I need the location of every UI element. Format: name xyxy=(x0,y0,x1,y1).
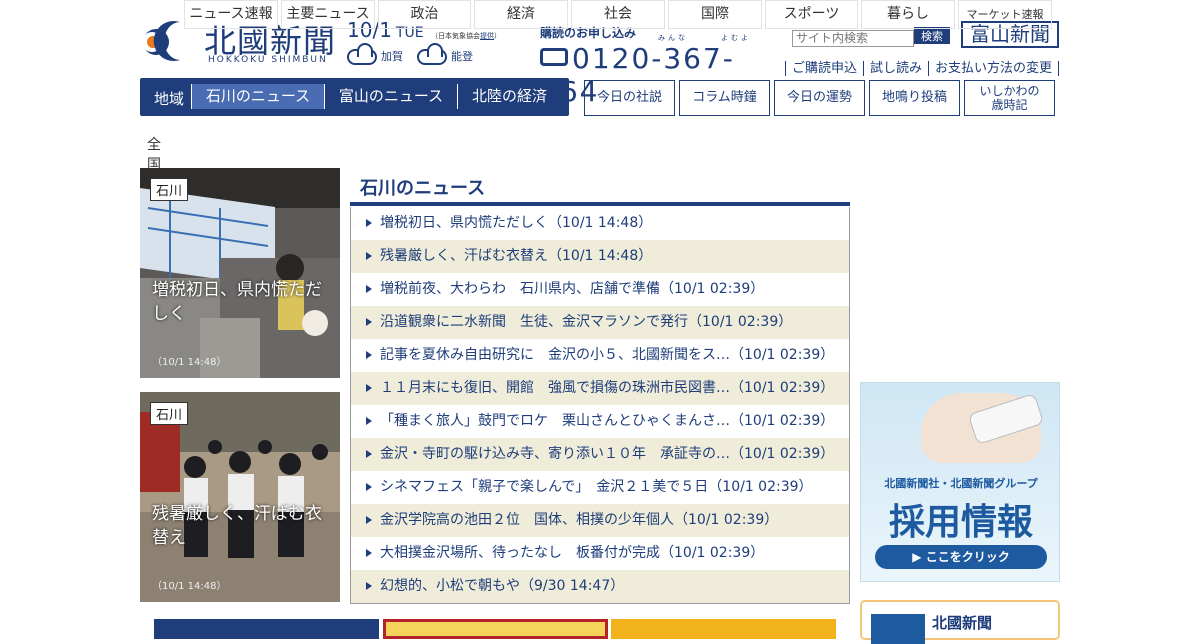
horoscope-button[interactable]: 今日の運勢 xyxy=(774,80,865,116)
arrow-right-icon xyxy=(366,549,372,557)
recruit-group: 北國新聞社・北國新聞グループ xyxy=(884,477,1038,490)
arrow-right-icon xyxy=(366,318,372,326)
arrow-right-icon xyxy=(366,384,372,392)
news-item[interactable]: 残暑厳しく、汗ばむ衣替え（10/1 14:48） xyxy=(351,240,849,273)
category-sports[interactable]: スポーツ xyxy=(765,0,858,29)
arrow-right-icon xyxy=(366,516,372,524)
category-society[interactable]: 社会 xyxy=(571,0,665,29)
photo-story-1[interactable]: 石川 増税初日、県内慌ただしく （10/1 14:48） xyxy=(140,168,340,378)
news-item[interactable]: 「種まく旅人」鼓門でロケ 栗山さんとひゃくまんさ…（10/1 02:39） xyxy=(351,405,849,438)
search-button[interactable]: 検索 xyxy=(914,27,950,44)
category-economy[interactable]: 経済 xyxy=(474,0,568,29)
tab-hokuriku-economy[interactable]: 北陸の経済 xyxy=(457,84,561,109)
category-international[interactable]: 国際 xyxy=(668,0,762,29)
tab-ishikawa-news[interactable]: 石川のニュース xyxy=(191,84,324,109)
region-tag: 石川 xyxy=(150,178,189,201)
cloud-icon xyxy=(347,43,377,65)
bottom-banner-3[interactable] xyxy=(611,619,836,639)
arrow-right-icon xyxy=(366,483,372,491)
arrow-right-icon xyxy=(366,252,372,260)
category-market[interactable]: マーケット速報 xyxy=(958,0,1052,29)
news-item[interactable]: 幻想的、小松で朝もや（9/30 14:47） xyxy=(351,570,849,603)
news-item[interactable]: 記事を夏休み自由研究に 金沢の小５、北國新聞をス…（10/1 02:39） xyxy=(351,339,849,372)
weather-noto[interactable]: 能登 xyxy=(417,43,473,65)
tab-toyama-news[interactable]: 富山のニュース xyxy=(324,84,457,109)
link-trial[interactable]: 試し読み xyxy=(863,61,929,76)
weather-kaga[interactable]: 加賀 xyxy=(347,43,403,65)
category-main[interactable]: 主要ニュース xyxy=(281,0,375,29)
subscription-info: 購読のお申し込み みんな よむよ 0120-367-464 xyxy=(540,24,780,108)
news-item[interactable]: 金沢学院高の池田２位 国体、相撲の少年個人（10/1 02:39） xyxy=(351,504,849,537)
photo-caption: 残暑厳しく、汗ばむ衣替え xyxy=(152,504,322,548)
reader-post-button[interactable]: 地鳴り投稿 xyxy=(869,80,960,116)
column-jisho-button[interactable]: コラム時鐘 xyxy=(679,80,770,116)
logo-subtitle: HOKKOKU SHIMBUN xyxy=(208,55,328,65)
top-links: ご購読申込 試し読み お支払い方法の変更 xyxy=(785,57,1060,76)
recruit-title: 採用情報 xyxy=(888,502,1033,543)
cloud-icon xyxy=(417,43,447,65)
weather-source: （日本気象協会提供） xyxy=(431,32,501,40)
news-item[interactable]: 増税前夜、大わらわ 石川県内、店舗で準備（10/1 02:39） xyxy=(351,273,849,306)
news-section-title[interactable]: 石川のニュース xyxy=(360,174,485,200)
hokkoku-logo-icon xyxy=(871,614,925,644)
arrow-right-icon xyxy=(366,582,372,590)
arrow-right-icon xyxy=(366,417,372,425)
photo-time: （10/1 14:48） xyxy=(152,357,227,368)
editorial-button[interactable]: 今日の社説 xyxy=(584,80,675,116)
search-input[interactable] xyxy=(792,29,914,47)
link-subscribe[interactable]: ご購読申込 xyxy=(785,61,864,76)
news-item[interactable]: 沿道観衆に二水新聞 生徒、金沢マラソンで発行（10/1 02:39） xyxy=(351,306,849,339)
site-search: 検索 xyxy=(792,27,950,47)
news-item[interactable]: １１月末にも復旧、開館 強風で損傷の珠洲市民図書…（10/1 02:39） xyxy=(351,372,849,405)
arrow-right-icon xyxy=(366,285,372,293)
bottom-banner-1[interactable] xyxy=(154,619,379,639)
region-label: 地域 xyxy=(154,90,185,108)
arrow-right-icon xyxy=(366,351,372,359)
category-breaking[interactable]: ニュース速報 xyxy=(184,0,278,29)
recruit-ad-banner[interactable]: 北國新聞社・北國新聞グループ 採用情報 ▶ ここをクリック xyxy=(860,382,1060,582)
photo-time: （10/1 14:48） xyxy=(152,581,227,592)
region-tag: 石川 xyxy=(150,402,189,425)
link-payment-change[interactable]: お支払い方法の変更 xyxy=(928,61,1060,76)
weather-source-link[interactable]: 提供 xyxy=(480,32,494,40)
news-list: 増税初日、県内慌ただしく（10/1 14:48） 残暑厳しく、汗ばむ衣替え（10… xyxy=(350,207,850,604)
recruit-click-button[interactable]: ▶ ここをクリック xyxy=(875,545,1047,569)
news-item[interactable]: シネマフェス「親子で楽しんで」 金沢２１美で５日（10/1 02:39） xyxy=(351,471,849,504)
category-politics[interactable]: 政治 xyxy=(378,0,471,29)
news-item[interactable]: 大相撲金沢場所、待ったなし 板番付が完成（10/1 02:39） xyxy=(351,537,849,570)
ishikawa-calendar-button[interactable]: いしかわの 歳時記 xyxy=(964,80,1055,116)
news-section-header: 石川のニュース xyxy=(350,168,850,206)
region-nav: 地域 石川のニュース 富山のニュース 北陸の経済 xyxy=(140,78,569,116)
bottom-banner-2[interactable] xyxy=(383,619,608,639)
photo-story-2[interactable]: 石川 残暑厳しく、汗ばむ衣替え （10/1 14:48） xyxy=(140,392,340,602)
photo-caption: 増税初日、県内慌ただしく xyxy=(152,280,322,324)
arrow-right-icon xyxy=(366,450,372,458)
news-item[interactable]: 金沢・寺町の駆け込み寺、寄り添い１０年 承証寺の…（10/1 02:39） xyxy=(351,438,849,471)
arrow-right-icon xyxy=(366,219,372,227)
hokkoku-promo-box[interactable]: 北國新聞 xyxy=(860,600,1060,644)
phone-icon xyxy=(540,48,568,66)
news-item[interactable]: 増税初日、県内慌ただしく（10/1 14:48） xyxy=(351,207,849,240)
category-life[interactable]: 暮らし xyxy=(861,0,955,29)
